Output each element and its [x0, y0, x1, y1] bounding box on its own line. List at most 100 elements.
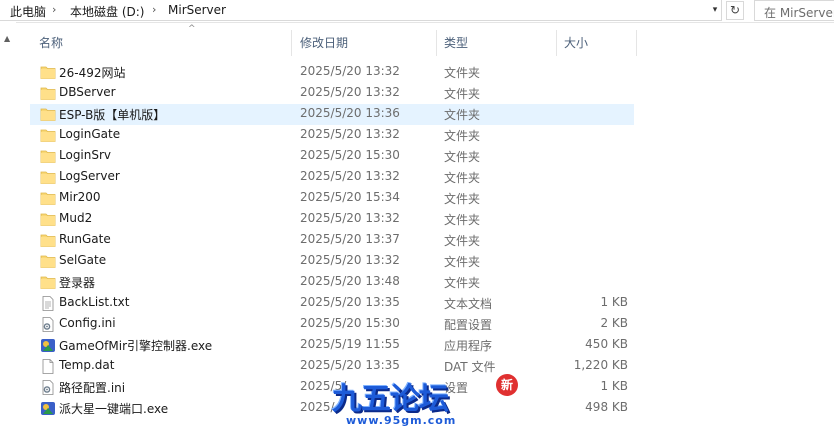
file-modified-date: 2025/5/20 13:35: [300, 358, 400, 372]
folder-icon: [40, 170, 56, 185]
file-modified-date: 2025/5/20 13:48: [300, 274, 400, 288]
file-type: 文件夹: [444, 234, 481, 248]
file-size: 498 KB: [585, 400, 628, 414]
folder-icon: [40, 107, 56, 122]
file-size: 1,220 KB: [573, 358, 628, 372]
breadcrumb-separator-icon[interactable]: ›: [152, 3, 156, 16]
file-type: 文件夹: [444, 213, 481, 227]
file-row[interactable]: RunGate 2025/5/20 13:37 文件夹: [30, 230, 634, 251]
column-divider[interactable]: [436, 30, 437, 56]
column-header-type[interactable]: 类型: [444, 30, 468, 56]
file-icon: [40, 359, 56, 374]
file-row[interactable]: BackList.txt 2025/5/20 13:35 文本文档 1 KB: [30, 293, 634, 314]
file-size: 2 KB: [600, 316, 628, 330]
file-name: LogServer: [59, 169, 120, 183]
file-row[interactable]: LoginGate 2025/5/20 13:32 文件夹: [30, 125, 634, 146]
watermark-logo: 九五论坛 新 www.95gm.com: [322, 374, 522, 436]
file-size: 1 KB: [600, 295, 628, 309]
file-row[interactable]: ESP-B版【单机版】 2025/5/20 13:36 文件夹: [30, 104, 634, 125]
chevron-down-icon[interactable]: ▾: [708, 2, 722, 18]
file-type: 文件夹: [444, 129, 481, 143]
breadcrumb-separator-icon[interactable]: ›: [52, 3, 56, 16]
file-row[interactable]: DBServer 2025/5/20 13:32 文件夹: [30, 83, 634, 104]
file-name: 路径配置.ini: [59, 381, 126, 395]
folder-icon: [40, 212, 56, 227]
breadcrumb[interactable]: 此电脑 › 本地磁盘 (D:) › MirServer: [0, 0, 722, 21]
file-name: 登录器: [59, 276, 96, 290]
file-row[interactable]: Mir200 2025/5/20 15:34 文件夹: [30, 188, 634, 209]
file-name: LoginSrv: [59, 148, 112, 162]
file-type: 文件夹: [444, 255, 481, 269]
folder-icon: [40, 191, 56, 206]
file-name: Temp.dat: [59, 358, 115, 372]
file-name: GameOfMir引擎控制器.exe: [59, 339, 213, 353]
file-modified-date: 2025/5/20 15:34: [300, 190, 400, 204]
sort-ascending-icon: ^: [188, 24, 196, 34]
column-header-name[interactable]: 名称: [39, 30, 63, 56]
file-row[interactable]: SelGate 2025/5/20 13:32 文件夹: [30, 251, 634, 272]
folder-icon: [40, 86, 56, 101]
column-divider[interactable]: [636, 30, 637, 56]
file-row[interactable]: Mud2 2025/5/20 13:32 文件夹: [30, 209, 634, 230]
address-bar: 此电脑 › 本地磁盘 (D:) › MirServer ▾ ↻ 在 MirSer…: [0, 0, 834, 23]
file-modified-date: 2025/5/20 13:32: [300, 253, 400, 267]
file-size: 1 KB: [600, 379, 628, 393]
watermark-title: 九五论坛: [332, 382, 449, 417]
file-name: 派大星一键端口.exe: [59, 402, 169, 416]
file-row[interactable]: LoginSrv 2025/5/20 15:30 文件夹: [30, 146, 634, 167]
column-header-size[interactable]: 大小: [564, 30, 588, 56]
file-modified-date: 2025/5/20 13:32: [300, 169, 400, 183]
file-modified-date: 2025/5/20 13:35: [300, 295, 400, 309]
column-divider[interactable]: [556, 30, 557, 56]
folder-icon: [40, 65, 56, 80]
file-row[interactable]: 26-492网站 2025/5/20 13:32 文件夹: [30, 62, 634, 83]
file-modified-date: 2025/5/20 15:30: [300, 148, 400, 162]
watermark-badge: 新: [496, 374, 518, 396]
file-name: Mir200: [59, 190, 101, 204]
file-name: RunGate: [59, 232, 111, 246]
watermark-url: www.95gm.com: [346, 414, 457, 427]
file-row[interactable]: LogServer 2025/5/20 13:32 文件夹: [30, 167, 634, 188]
file-type: 文件夹: [444, 66, 481, 80]
file-type: 文件夹: [444, 276, 481, 290]
file-row[interactable]: 登录器 2025/5/20 13:48 文件夹: [30, 272, 634, 293]
file-modified-date: 2025/5/20 15:30: [300, 316, 400, 330]
ini-file-icon: [40, 380, 56, 395]
breadcrumb-this-pc[interactable]: 此电脑: [10, 3, 46, 20]
file-name: Mud2: [59, 211, 93, 225]
search-input[interactable]: 在 MirServer: [754, 0, 834, 21]
text-file-icon: [40, 296, 56, 311]
folder-icon: [40, 254, 56, 269]
file-name: ESP-B版【单机版】: [59, 108, 166, 122]
file-name: LoginGate: [59, 127, 121, 141]
folder-icon: [40, 149, 56, 164]
file-modified-date: 2025/5/20 13:32: [300, 127, 400, 141]
column-header-date[interactable]: 修改日期: [300, 30, 348, 56]
file-modified-date: 2025/5/20 13:32: [300, 211, 400, 225]
breadcrumb-mirserver[interactable]: MirServer: [168, 3, 226, 17]
file-type: 文件夹: [444, 150, 481, 164]
file-modified-date: 2025/5/20 13:32: [300, 85, 400, 99]
file-row[interactable]: Config.ini 2025/5/20 15:30 配置设置 2 KB: [30, 314, 634, 335]
file-name: SelGate: [59, 253, 107, 267]
file-type: 文件夹: [444, 171, 481, 185]
file-size: 450 KB: [585, 337, 628, 351]
file-type: 文件夹: [444, 192, 481, 206]
refresh-icon[interactable]: ↻: [726, 1, 744, 20]
scroll-up-icon[interactable]: ▲: [4, 34, 10, 43]
vertical-scrollbar[interactable]: ▲: [0, 22, 16, 436]
column-divider[interactable]: [291, 30, 292, 56]
column-header: 名称 ^ 修改日期 类型 大小: [30, 24, 637, 56]
breadcrumb-drive-d[interactable]: 本地磁盘 (D:): [70, 3, 144, 20]
file-name: 26-492网站: [59, 66, 126, 80]
folder-icon: [40, 233, 56, 248]
file-modified-date: 2025/5/20 13:37: [300, 232, 400, 246]
file-name: DBServer: [59, 85, 116, 99]
file-type: 文件夹: [444, 108, 481, 122]
app-icon: [40, 401, 56, 416]
file-modified-date: 2025/5/19 11:55: [300, 337, 400, 351]
file-type: 文本文档: [444, 297, 493, 311]
folder-icon: [40, 128, 56, 143]
file-row[interactable]: GameOfMir引擎控制器.exe 2025/5/19 11:55 应用程序 450…: [30, 335, 634, 356]
ini-file-icon: [40, 317, 56, 332]
